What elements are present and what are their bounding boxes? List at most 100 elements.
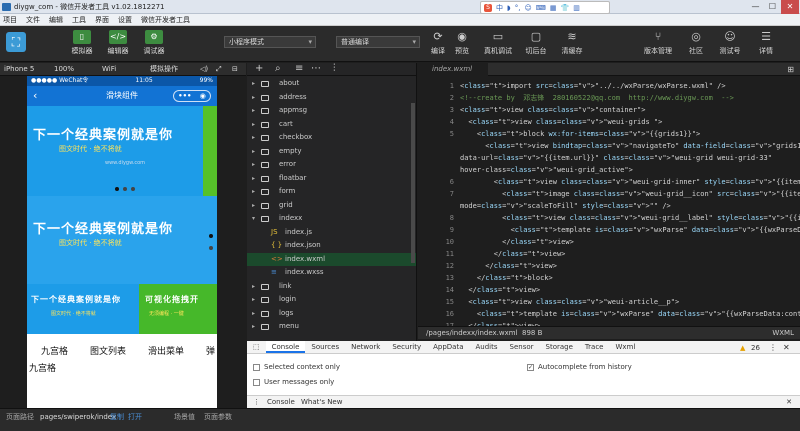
- grid-item[interactable]: 弹: [206, 344, 215, 357]
- ime-item[interactable]: ⌨: [536, 4, 546, 12]
- split-icon[interactable]: ⊟: [232, 63, 238, 76]
- code-line[interactable]: <class="t">view class=class="v">"weui-gr…: [460, 212, 800, 224]
- selected-context-checkbox[interactable]: Selected context only: [253, 363, 340, 371]
- tab-console[interactable]: Console: [265, 341, 306, 353]
- more-icon[interactable]: •••: [178, 91, 191, 101]
- tab-network[interactable]: Network: [345, 341, 386, 353]
- community-button[interactable]: ◎ 社区: [682, 30, 710, 56]
- tree-icon[interactable]: ⫶: [333, 63, 336, 75]
- search-icon[interactable]: ⌕: [275, 63, 281, 75]
- mode-select[interactable]: 小程序模式: [224, 36, 316, 48]
- chevron-icon[interactable]: ▸: [252, 158, 255, 171]
- swiper-slide-2[interactable]: 下一个经典案例就是你 图文时代 · 绝不将就: [27, 196, 217, 284]
- code-line[interactable]: </class="t">view>: [460, 248, 566, 260]
- grid-item[interactable]: 九宫格: [41, 344, 68, 357]
- device-select[interactable]: iPhone 5: [4, 63, 34, 76]
- copy-link[interactable]: 复制: [110, 409, 124, 425]
- chevron-icon[interactable]: ▸: [252, 77, 255, 90]
- menu-item-devtools[interactable]: 微信开发者工具: [141, 14, 190, 25]
- tab-storage[interactable]: Storage: [540, 341, 579, 353]
- collapse-icon[interactable]: ≡: [295, 63, 303, 75]
- code-line[interactable]: <class="t">view class=class="v">"weui-gr…: [460, 176, 800, 188]
- minimize-button[interactable]: —: [747, 0, 764, 14]
- inspect-icon[interactable]: ⬚: [247, 341, 266, 353]
- code-line[interactable]: mode=class="v">"scaleToFill" style=class…: [460, 200, 671, 212]
- more-icon[interactable]: ⋮: [769, 343, 777, 352]
- chevron-icon[interactable]: ▸: [252, 199, 255, 212]
- tab-appdata[interactable]: AppData: [427, 341, 469, 353]
- ime-toolbar[interactable]: S 中 ◗ °, ☺ ⌨ ▦ 👕 ▥: [480, 1, 610, 14]
- file-tree-item[interactable]: ▸ about: [247, 77, 416, 90]
- swiper-slide-1[interactable]: 下一个经典案例就是你 图文时代 · 绝不将就 www.diygw.com: [27, 106, 217, 196]
- record-icon[interactable]: ◉: [200, 91, 206, 101]
- network-select[interactable]: WiFi: [102, 63, 116, 76]
- file-tree-item[interactable]: ▸ form: [247, 185, 416, 198]
- remote-debug-button[interactable]: ▭ 真机调试: [480, 30, 516, 56]
- chevron-icon[interactable]: ▸: [252, 320, 255, 333]
- code-line[interactable]: <class="t">template is=class="v">"wxPars…: [460, 224, 800, 236]
- debugger-button[interactable]: ⚙ 调试器: [140, 30, 168, 56]
- code-line[interactable]: <class="t">image class=class="v">"weui-g…: [460, 188, 800, 200]
- chevron-icon[interactable]: ▸: [252, 131, 255, 144]
- code-line[interactable]: </class="t">block>: [460, 272, 553, 284]
- preview-button[interactable]: ◉ 预览: [448, 30, 476, 56]
- more-icon[interactable]: ⋯: [311, 63, 321, 75]
- language-mode[interactable]: WXML: [772, 327, 794, 339]
- tab-sources[interactable]: Sources: [305, 341, 345, 353]
- menu-item-tools[interactable]: 工具: [72, 14, 86, 25]
- zoom-select[interactable]: 100%: [54, 63, 74, 76]
- code-line[interactable]: <class="t">view class=class="v">"weui-gr…: [460, 116, 662, 128]
- chevron-icon[interactable]: ▸: [252, 172, 255, 185]
- open-link[interactable]: 打开: [128, 409, 142, 425]
- ime-item[interactable]: 👕: [560, 4, 569, 12]
- file-tree-item[interactable]: ▸ appmsg: [247, 104, 416, 117]
- grid-item[interactable]: 图文列表: [90, 344, 126, 357]
- file-tree-item[interactable]: ≡ index.wxss: [247, 266, 416, 279]
- test-account-button[interactable]: ☺ 测试号: [716, 30, 744, 56]
- code-line[interactable]: <class="t">import src=class="v">"../../w…: [460, 80, 726, 92]
- swiper-multi[interactable]: 下一个经典案例就是你 图文时代 · 绝不将就 可视化拖拽开 无须编程 · 一键: [27, 284, 217, 334]
- ime-item[interactable]: ▥: [573, 4, 580, 12]
- file-tree-item[interactable]: ▸ logs: [247, 307, 416, 320]
- drawer-tab-whats-new[interactable]: What's New: [301, 396, 342, 408]
- swiper-dot[interactable]: [115, 187, 119, 191]
- ime-item[interactable]: °,: [515, 4, 521, 12]
- code-line[interactable]: </class="t">view>: [460, 260, 557, 272]
- file-tree-item[interactable]: <> index.wxml: [247, 252, 416, 266]
- file-tree-item[interactable]: ▸ grid: [247, 199, 416, 212]
- ime-item[interactable]: ▦: [550, 4, 557, 12]
- chevron-icon[interactable]: ▸: [252, 91, 255, 104]
- file-tree-item[interactable]: JS index.js: [247, 226, 416, 239]
- add-icon[interactable]: +: [255, 63, 263, 75]
- grid-item[interactable]: 滑出菜单: [148, 344, 184, 357]
- back-icon[interactable]: ‹: [33, 86, 37, 106]
- chevron-icon[interactable]: ▾: [252, 212, 255, 225]
- scene-label[interactable]: 场景值: [174, 409, 195, 425]
- file-tree-item[interactable]: ▸ address: [247, 91, 416, 104]
- chevron-icon[interactable]: ▸: [252, 118, 255, 131]
- file-tree-item[interactable]: ▸ checkbox: [247, 131, 416, 144]
- code-line[interactable]: <class="t">view bindtap=class="v">"navig…: [460, 140, 800, 152]
- code-line[interactable]: data-url=class="v">"{{item.url}}" class=…: [460, 152, 772, 164]
- code-line[interactable]: hover-class=class="v">"weui-grid_active"…: [460, 164, 633, 176]
- scrollbar[interactable]: [411, 103, 415, 263]
- swiper-dot[interactable]: [131, 187, 135, 191]
- menu-item-edit[interactable]: 编辑: [49, 14, 63, 25]
- phone-simulator[interactable]: ●●●●● WeChat令 11:05 99% ‹ 滑块组件 ••• ◉ 下一个经…: [27, 76, 217, 408]
- tab-index-wxml[interactable]: index.wxml: [418, 63, 488, 76]
- close-icon[interactable]: ✕: [783, 343, 790, 352]
- code-line[interactable]: <class="t">view class=class="v">"weui-ar…: [460, 296, 679, 308]
- file-tree-item[interactable]: ▸ link: [247, 280, 416, 293]
- chevron-icon[interactable]: ▸: [252, 307, 255, 320]
- split-editor-icon[interactable]: ⊞: [787, 63, 794, 76]
- chevron-icon[interactable]: ▸: [252, 293, 255, 306]
- ime-item[interactable]: 中: [496, 3, 503, 13]
- swiper-item-right[interactable]: 可视化拖拽开 无须编程 · 一键: [139, 284, 217, 334]
- ime-item[interactable]: ◗: [507, 4, 511, 12]
- cut-background-button[interactable]: ▢ 切后台: [522, 30, 550, 56]
- compile-select[interactable]: 普通编译: [336, 36, 420, 48]
- code-line[interactable]: <class="t">view class=class="v">"contain…: [460, 104, 645, 116]
- file-tree-item[interactable]: ▸ floatbar: [247, 172, 416, 185]
- clear-cache-button[interactable]: ≋ 清缓存: [558, 30, 586, 56]
- avatar[interactable]: ⛶: [6, 32, 26, 52]
